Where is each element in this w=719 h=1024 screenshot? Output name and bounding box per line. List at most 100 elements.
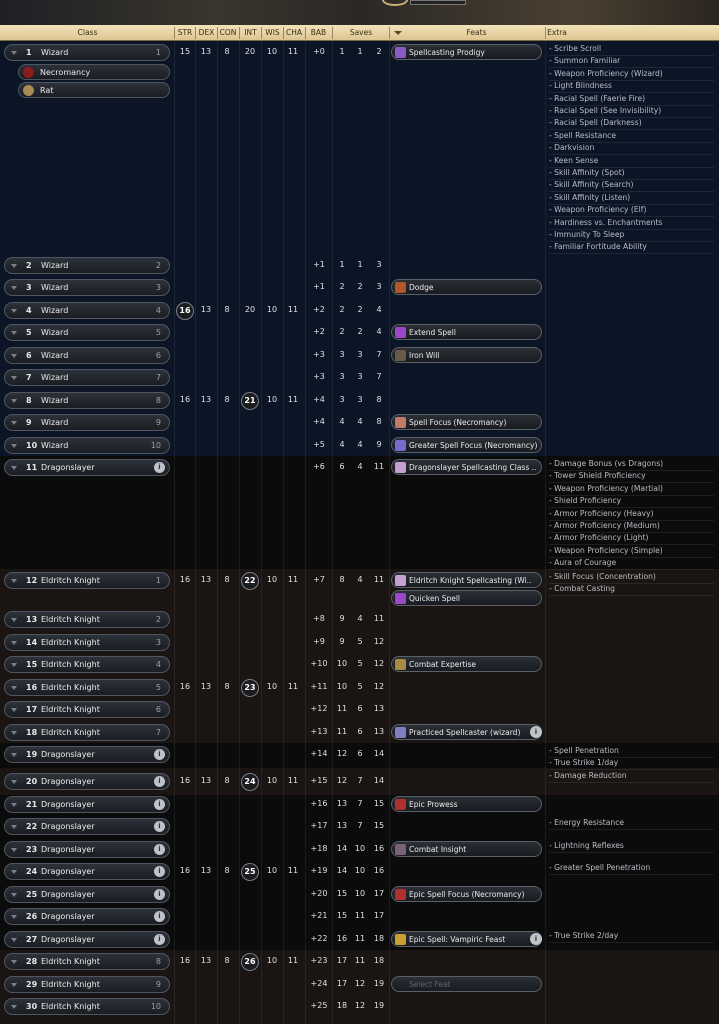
info-icon[interactable]: i (154, 776, 165, 787)
chevron-down-icon[interactable] (11, 780, 17, 784)
class-selector-4[interactable]: 4 Wizard 4 (4, 302, 170, 319)
class-selector-21[interactable]: 21 Dragonslayer i (4, 796, 170, 813)
chevron-down-icon[interactable] (11, 870, 17, 874)
feat-slot[interactable]: Epic Spell: Vampiric Feast i (391, 931, 542, 947)
chevron-down-icon[interactable] (11, 579, 17, 583)
sub-selection-necromancy[interactable]: Necromancy (18, 64, 170, 80)
chevron-down-icon[interactable] (11, 618, 17, 622)
info-icon[interactable]: i (154, 821, 165, 832)
class-selector-29[interactable]: 29 Eldritch Knight 9 (4, 976, 170, 993)
select-feat-slot[interactable]: Select Feat (391, 976, 542, 992)
chevron-down-icon[interactable] (11, 399, 17, 403)
class-selector-2[interactable]: 2 Wizard 2 (4, 257, 170, 274)
ability-increase-stat[interactable]: 24 (241, 773, 259, 791)
info-icon[interactable]: i (154, 799, 165, 810)
chevron-down-icon[interactable] (11, 803, 17, 807)
chevron-down-icon[interactable] (11, 1005, 17, 1009)
info-icon[interactable]: i (154, 844, 165, 855)
feat-slot[interactable]: Greater Spell Focus (Necromancy) (391, 437, 542, 453)
chevron-down-icon[interactable] (11, 376, 17, 380)
feat-slot[interactable]: Iron Will (391, 347, 542, 363)
class-selector-20[interactable]: 20 Dragonslayer i (4, 773, 170, 790)
chevron-down-icon[interactable] (11, 753, 17, 757)
feat-slot[interactable]: Epic Spell Focus (Necromancy) (391, 886, 542, 902)
class-selector-18[interactable]: 18 Eldritch Knight 7 (4, 724, 170, 741)
chevron-down-icon[interactable] (11, 51, 17, 55)
class-selector-22[interactable]: 22 Dragonslayer i (4, 818, 170, 835)
chevron-down-icon[interactable] (11, 848, 17, 852)
info-icon[interactable]: i (154, 889, 165, 900)
chevron-down-icon[interactable] (11, 938, 17, 942)
feat-slot[interactable]: Quicken Spell (391, 590, 542, 606)
chevron-down-icon[interactable] (11, 309, 17, 313)
feat-slot[interactable]: Spell Focus (Necromancy) (391, 414, 542, 430)
extra-ability: - Summon Familiar (549, 56, 621, 66)
chevron-down-icon[interactable] (11, 444, 17, 448)
chevron-down-icon[interactable] (11, 960, 17, 964)
class-selector-27[interactable]: 27 Dragonslayer i (4, 931, 170, 948)
info-icon[interactable]: i (530, 726, 542, 738)
info-icon[interactable]: i (154, 911, 165, 922)
chevron-down-icon[interactable] (11, 731, 17, 735)
ability-increase-stat[interactable]: 25 (241, 863, 259, 881)
feat-slot[interactable]: Practiced Spellcaster (wizard) i (391, 724, 542, 740)
class-selector-19[interactable]: 19 Dragonslayer i (4, 746, 170, 763)
class-selector-24[interactable]: 24 Dragonslayer i (4, 863, 170, 880)
chevron-down-icon[interactable] (11, 286, 17, 290)
chevron-down-icon[interactable] (11, 983, 17, 987)
chevron-down-icon[interactable] (11, 264, 17, 268)
class-selector-1[interactable]: 1 Wizard 1 (4, 44, 170, 61)
class-selector-9[interactable]: 9 Wizard 9 (4, 414, 170, 431)
class-selector-12[interactable]: 12 Eldritch Knight 1 (4, 572, 170, 589)
feat-slot[interactable]: Dodge (391, 279, 542, 295)
info-icon[interactable]: i (154, 934, 165, 945)
class-selector-5[interactable]: 5 Wizard 5 (4, 324, 170, 341)
feats-sort-arrow-icon[interactable] (394, 31, 402, 35)
feat-slot[interactable]: Combat Insight (391, 841, 542, 857)
feat-slot[interactable]: Combat Expertise (391, 656, 542, 672)
chevron-down-icon[interactable] (11, 354, 17, 358)
feat-slot[interactable]: Spellcasting Prodigy (391, 44, 542, 60)
chevron-down-icon[interactable] (11, 466, 17, 470)
info-icon[interactable]: i (154, 749, 165, 760)
class-selector-15[interactable]: 15 Eldritch Knight 4 (4, 656, 170, 673)
class-selector-8[interactable]: 8 Wizard 8 (4, 392, 170, 409)
chevron-down-icon[interactable] (11, 663, 17, 667)
class-selector-16[interactable]: 16 Eldritch Knight 5 (4, 679, 170, 696)
feat-slot[interactable]: Epic Prowess (391, 796, 542, 812)
chevron-down-icon[interactable] (11, 686, 17, 690)
chevron-down-icon[interactable] (11, 641, 17, 645)
chevron-down-icon[interactable] (11, 331, 17, 335)
class-selector-13[interactable]: 13 Eldritch Knight 2 (4, 611, 170, 628)
chevron-down-icon[interactable] (11, 893, 17, 897)
chevron-down-icon[interactable] (11, 825, 17, 829)
class-selector-26[interactable]: 26 Dragonslayer i (4, 908, 170, 925)
info-icon[interactable]: i (530, 933, 542, 945)
class-selector-23[interactable]: 23 Dragonslayer i (4, 841, 170, 858)
ability-increase-stat[interactable]: 16 (176, 302, 194, 320)
class-selector-6[interactable]: 6 Wizard 6 (4, 347, 170, 364)
chevron-down-icon[interactable] (11, 421, 17, 425)
class-selector-17[interactable]: 17 Eldritch Knight 6 (4, 701, 170, 718)
info-icon[interactable]: i (154, 866, 165, 877)
chevron-down-icon[interactable] (11, 708, 17, 712)
class-selector-25[interactable]: 25 Dragonslayer i (4, 886, 170, 903)
class-selector-30[interactable]: 30 Eldritch Knight 10 (4, 998, 170, 1015)
chevron-down-icon[interactable] (11, 915, 17, 919)
class-selector-3[interactable]: 3 Wizard 3 (4, 279, 170, 296)
feat-slot[interactable]: Eldritch Knight Spellcasting (Wi.. (391, 572, 542, 588)
class-selector-7[interactable]: 7 Wizard 7 (4, 369, 170, 386)
class-selector-14[interactable]: 14 Eldritch Knight 3 (4, 634, 170, 651)
feat-slot[interactable]: Dragonslayer Spellcasting Class .. (391, 459, 542, 475)
feat-slot[interactable]: Extend Spell (391, 324, 542, 340)
ability-increase-stat[interactable]: 22 (241, 572, 259, 590)
info-icon[interactable]: i (154, 462, 165, 473)
sub-selection-rat[interactable]: Rat (18, 82, 170, 98)
class-selector-28[interactable]: 28 Eldritch Knight 8 (4, 953, 170, 970)
ability-increase-stat[interactable]: 23 (241, 679, 259, 697)
ability-increase-stat[interactable]: 21 (241, 392, 259, 410)
class-selector-11[interactable]: 11 Dragonslayer i (4, 459, 170, 476)
class-selector-10[interactable]: 10 Wizard 10 (4, 437, 170, 454)
ability-increase-stat[interactable]: 26 (241, 953, 259, 971)
header-feats[interactable]: Feats (404, 28, 549, 37)
